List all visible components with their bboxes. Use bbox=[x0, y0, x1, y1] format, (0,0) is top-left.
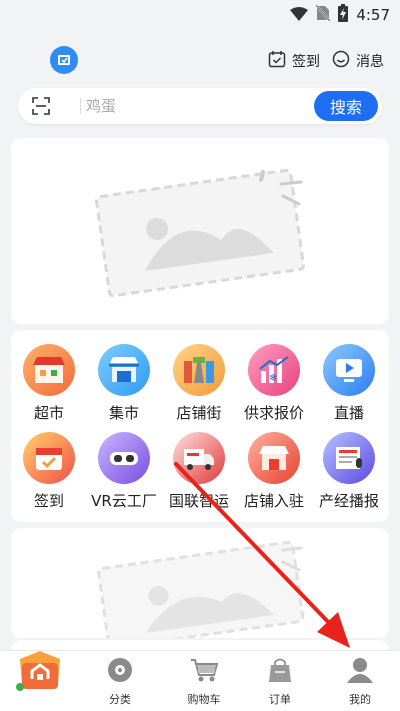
grid-item-market[interactable]: 集市 bbox=[86, 344, 162, 423]
logistics-truck-icon bbox=[173, 432, 225, 484]
search-input[interactable] bbox=[86, 92, 316, 120]
image-placeholder-icon bbox=[95, 168, 305, 298]
grid-label: 店铺街 bbox=[176, 404, 222, 422]
grid-item-supply-quote[interactable]: ❄ 供求报价 bbox=[236, 344, 312, 423]
grid-item-vr-factory[interactable]: VR云工厂 bbox=[86, 432, 162, 511]
category-icon bbox=[106, 657, 134, 687]
calendar-checkin-icon bbox=[23, 432, 75, 484]
nav-home[interactable] bbox=[14, 645, 66, 701]
calendar-check-icon bbox=[268, 50, 286, 72]
nav-label: 购物车 bbox=[187, 693, 221, 706]
signin-button[interactable]: 签到 bbox=[268, 50, 320, 72]
grid-item-checkin[interactable]: 签到 bbox=[11, 432, 87, 511]
live-stream-icon bbox=[323, 344, 375, 396]
grid-item-shop-street[interactable]: 店铺街 bbox=[161, 344, 237, 423]
top-header: 签到 消息 bbox=[0, 44, 400, 80]
order-bag-icon bbox=[266, 657, 294, 687]
search-button[interactable]: 搜索 bbox=[314, 91, 378, 121]
grid-label: 超市 bbox=[33, 404, 64, 422]
grid-item-logistics[interactable]: 国联智运 bbox=[161, 432, 237, 511]
nav-orders[interactable]: 订单 bbox=[240, 657, 320, 707]
svg-text:❄: ❄ bbox=[269, 373, 277, 384]
messages-label: 消息 bbox=[356, 54, 384, 70]
grid-label: 产经播报 bbox=[318, 492, 379, 510]
profile-icon bbox=[346, 657, 374, 687]
grid-label: 集市 bbox=[108, 404, 139, 422]
vr-headset-icon bbox=[98, 432, 150, 484]
banner-placeholder[interactable] bbox=[11, 528, 389, 638]
message-smile-icon bbox=[332, 50, 350, 72]
status-icons: 4:57 bbox=[290, 4, 390, 26]
shop-join-icon bbox=[248, 432, 300, 484]
status-bar: 4:57 bbox=[0, 0, 400, 28]
grid-item-shop-join[interactable]: 店铺入驻 bbox=[236, 432, 312, 511]
grid-label: 国联智运 bbox=[168, 492, 229, 510]
nav-label: 我的 bbox=[349, 693, 371, 706]
nav-label: 订单 bbox=[269, 693, 291, 706]
grid-label: 直播 bbox=[333, 404, 364, 422]
nav-label: 分类 bbox=[109, 693, 131, 706]
bottom-navigation: 分类 购物车 订单 我的 bbox=[0, 650, 400, 711]
grid-label: 签到 bbox=[33, 492, 64, 510]
grid-label: 店铺入驻 bbox=[243, 492, 304, 510]
grid-label: VR云工厂 bbox=[91, 492, 157, 510]
grid-item-supermarket[interactable]: 超市 bbox=[11, 344, 87, 423]
app-logo[interactable] bbox=[50, 46, 78, 74]
wifi-icon bbox=[290, 6, 309, 25]
home-basket-icon bbox=[16, 651, 60, 691]
grid-item-live[interactable]: 直播 bbox=[311, 344, 387, 423]
news-broadcast-icon bbox=[323, 432, 375, 484]
no-sim-icon bbox=[315, 4, 332, 25]
cart-icon bbox=[190, 657, 219, 687]
nav-profile[interactable]: 我的 bbox=[320, 657, 400, 707]
feature-grid: 超市 集市 店铺街 ❄ 供求报价 直播 签到 VR云工厂 国联智运 店铺入驻 产… bbox=[11, 330, 389, 522]
grid-item-news[interactable]: 产经播报 bbox=[311, 432, 387, 511]
nav-cart[interactable]: 购物车 bbox=[164, 657, 244, 707]
grid-label: 供求报价 bbox=[243, 404, 304, 422]
status-time: 4:57 bbox=[356, 6, 390, 24]
market-stall-icon bbox=[98, 344, 150, 396]
search-divider bbox=[80, 98, 81, 114]
nav-category[interactable]: 分类 bbox=[80, 657, 160, 707]
search-bar: 搜索 bbox=[18, 88, 382, 124]
image-placeholder-icon bbox=[97, 540, 305, 638]
signin-label: 签到 bbox=[292, 54, 320, 70]
price-chart-icon: ❄ bbox=[248, 344, 300, 396]
battery-charging-icon bbox=[338, 4, 349, 26]
scan-icon[interactable] bbox=[32, 97, 50, 119]
supermarket-icon bbox=[23, 344, 75, 396]
messages-button[interactable]: 消息 bbox=[332, 50, 384, 72]
banner-placeholder[interactable] bbox=[11, 138, 389, 324]
shop-street-icon bbox=[173, 344, 225, 396]
